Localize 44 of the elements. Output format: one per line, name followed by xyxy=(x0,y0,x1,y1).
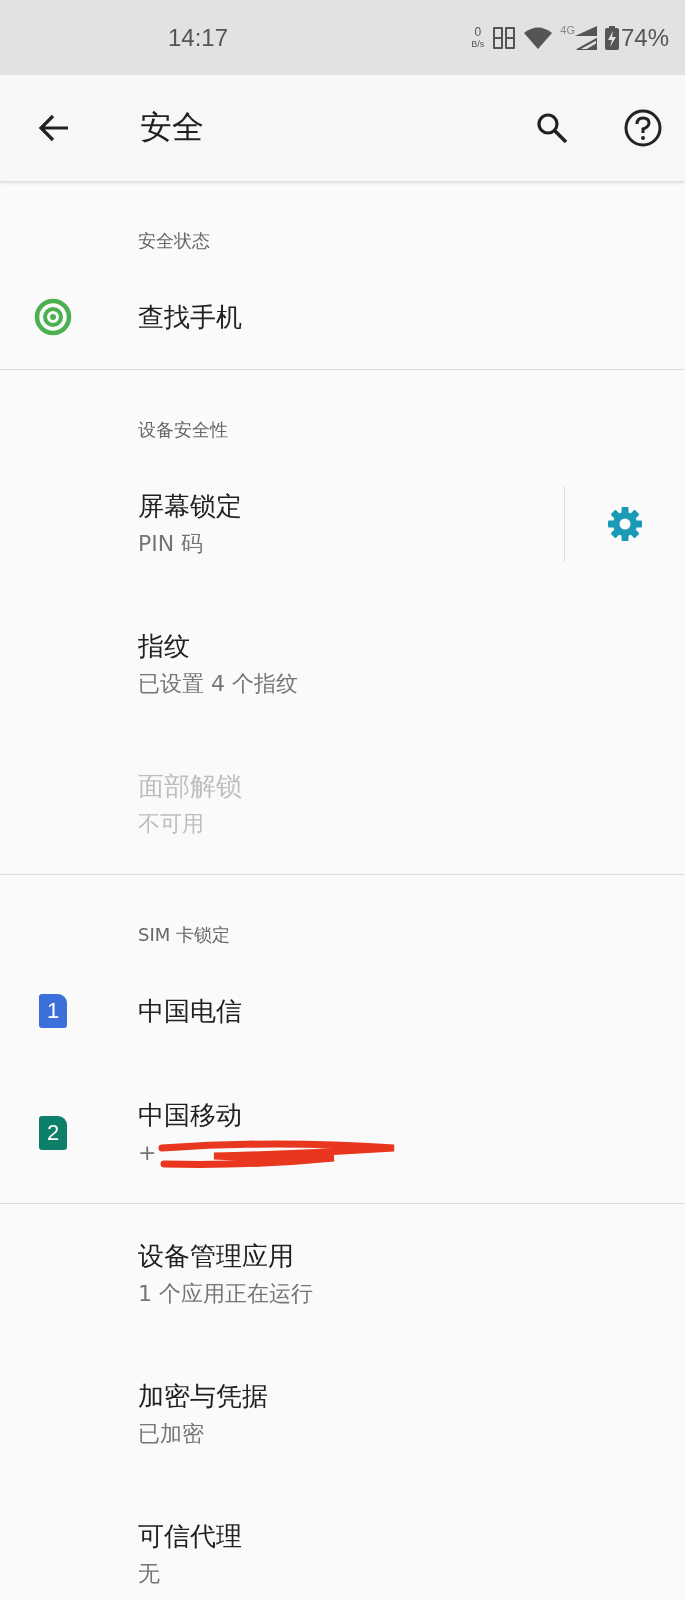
item-summary: + xyxy=(138,1139,157,1167)
item-summary: PIN 码 xyxy=(138,530,204,558)
item-summary: 已加密 xyxy=(138,1420,204,1448)
target-icon xyxy=(34,298,72,336)
dual-sim-icon xyxy=(492,25,517,50)
item-summary: 已设置 4 个指纹 xyxy=(138,670,298,698)
sim-card-icon: 2 xyxy=(39,1116,67,1150)
section-header: 安全状态 xyxy=(137,229,211,253)
wifi-icon xyxy=(524,26,553,49)
clock-time: 14:17 xyxy=(168,23,229,52)
item-title: 可信代理 xyxy=(138,1520,243,1553)
net-speed-unit: B/s xyxy=(471,37,485,50)
item-title: 指纹 xyxy=(138,630,191,663)
page-title: 安全 xyxy=(140,107,204,148)
section-header: SIM 卡锁定 xyxy=(137,923,231,947)
network-type: 4G xyxy=(560,23,575,36)
battery-percent: 74% xyxy=(620,23,669,52)
item-summary: 1 个应用正在运行 xyxy=(138,1280,313,1308)
settings-item[interactable]: 查找手机 xyxy=(0,265,685,369)
item-title: 中国移动 xyxy=(138,1099,243,1132)
settings-item[interactable]: 1 中国电信 xyxy=(0,959,685,1063)
signal-icon xyxy=(574,25,597,50)
back-arrow-icon[interactable] xyxy=(38,114,70,142)
net-speed-value: 0 xyxy=(474,25,482,38)
item-title: 加密与凭据 xyxy=(138,1380,269,1413)
item-title: 查找手机 xyxy=(138,301,243,334)
settings-item[interactable]: 屏幕锁定 PIN 码 xyxy=(0,454,685,594)
search-icon[interactable] xyxy=(536,112,568,144)
item-title: 中国电信 xyxy=(138,995,243,1028)
item-title: 屏幕锁定 xyxy=(138,490,243,523)
battery-icon xyxy=(604,25,619,50)
settings-item[interactable]: 指纹 已设置 4 个指纹 xyxy=(0,594,685,734)
settings-item[interactable]: 设备管理应用 1 个应用正在运行 xyxy=(0,1204,685,1344)
settings-item[interactable]: 2 中国移动 + xyxy=(0,1063,685,1203)
settings-item[interactable]: 可信代理 无 xyxy=(0,1484,685,1600)
item-summary: 无 xyxy=(138,1560,160,1588)
help-icon[interactable] xyxy=(624,109,662,147)
settings-icon[interactable] xyxy=(605,504,645,544)
item-title: 设备管理应用 xyxy=(138,1240,295,1273)
section-header: 设备安全性 xyxy=(137,418,229,442)
settings-item[interactable]: 加密与凭据 已加密 xyxy=(0,1344,685,1484)
item-summary: 不可用 xyxy=(138,810,204,838)
sim-card-icon: 1 xyxy=(39,994,67,1028)
item-title: 面部解锁 xyxy=(138,770,243,803)
